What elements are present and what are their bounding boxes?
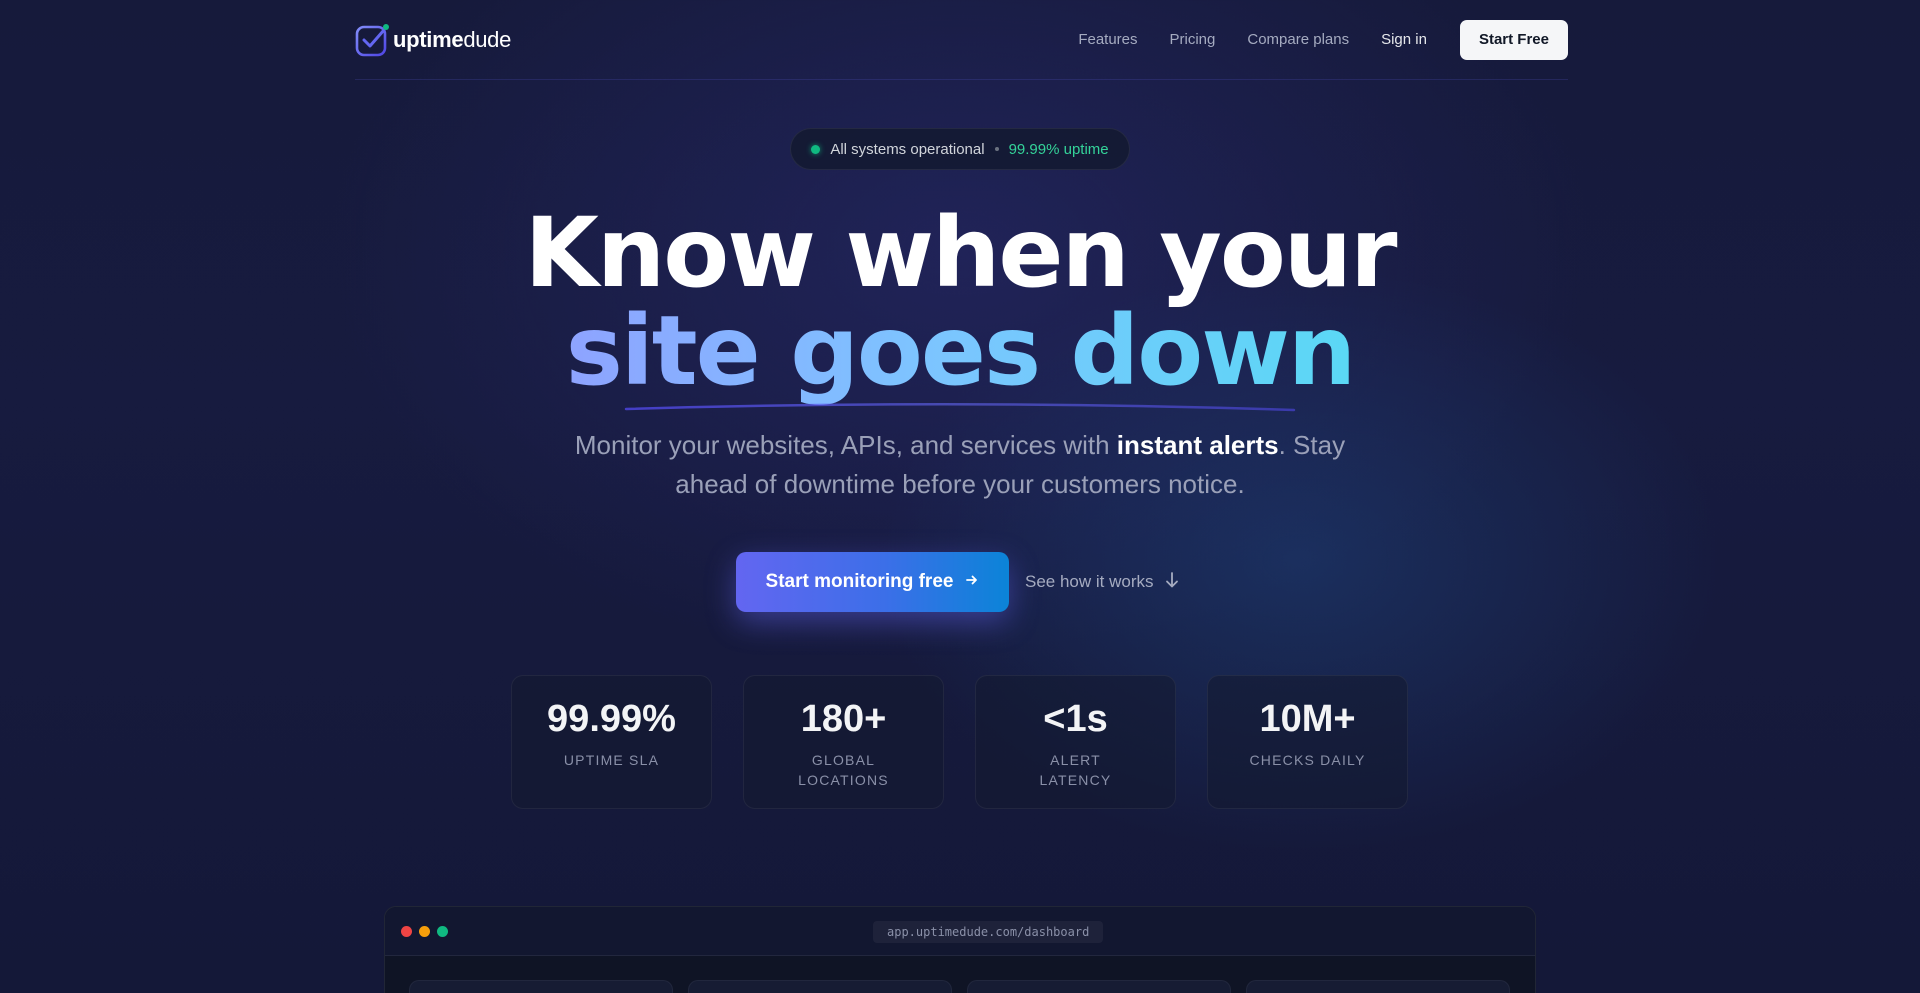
brand-name: uptimedude <box>393 27 511 53</box>
dashboard-card <box>967 980 1231 993</box>
hero-title-line-1: Know when your <box>524 197 1398 309</box>
separator-dot-icon <box>994 147 999 151</box>
maximize-dot-icon <box>437 925 448 937</box>
stats-row: 99.99% UPTIME SLA 180+ GLOBAL LOCATIONS … <box>511 675 1408 809</box>
stat-label: GLOBAL LOCATIONS <box>798 752 889 788</box>
nav-link-features[interactable]: Features <box>1078 31 1137 48</box>
see-how-it-works-link[interactable]: See how it works <box>1025 552 1180 612</box>
status-uptime: 99.99% uptime <box>1008 140 1109 158</box>
checkmark-logo-icon <box>355 23 389 57</box>
arrow-down-icon <box>1164 571 1180 594</box>
stat-card: 99.99% UPTIME SLA <box>511 675 712 809</box>
hero-underline-decoration <box>624 402 1296 412</box>
start-free-button[interactable]: Start Free <box>1459 19 1568 60</box>
close-dot-icon <box>401 925 412 937</box>
nav-links: Features Pricing Compare plans Sign in S… <box>1046 19 1568 60</box>
stat-card: 10M+ CHECKS DAILY <box>1207 675 1408 809</box>
dashboard-preview-body <box>385 956 1535 993</box>
stat-value: <1s <box>1043 698 1108 740</box>
arrow-right-icon <box>965 571 979 593</box>
window-title-bar: app.uptimedude.com/dashboard <box>385 907 1535 956</box>
sign-in-link[interactable]: Sign in <box>1381 31 1427 48</box>
subtitle-highlight: instant alerts <box>1116 430 1279 460</box>
hero-subtitle: Monitor your websites, APIs, and service… <box>560 426 1360 504</box>
subtitle-text-start: Monitor your websites, APIs, and service… <box>574 430 1117 460</box>
hero-title-line-2: site goes down <box>0 303 1920 399</box>
stat-label: ALERT LATENCY <box>1039 752 1112 788</box>
brand-logo-link[interactable]: uptimedude <box>355 23 511 57</box>
top-navigation: uptimedude Features Pricing Compare plan… <box>355 0 1568 80</box>
minimize-dot-icon <box>419 925 430 937</box>
stat-value: 99.99% <box>547 698 676 740</box>
status-badge: All systems operational 99.99% uptime <box>790 128 1130 170</box>
nav-link-compare-plans[interactable]: Compare plans <box>1247 31 1349 48</box>
stat-card: 180+ GLOBAL LOCATIONS <box>743 675 944 809</box>
nav-link-pricing[interactable]: Pricing <box>1170 31 1216 48</box>
dashboard-card <box>409 980 673 993</box>
stat-label: UPTIME SLA <box>563 752 660 768</box>
brand-name-bold: uptime <box>393 26 464 52</box>
dashboard-card <box>1246 980 1510 993</box>
stat-label: CHECKS DAILY <box>1249 752 1366 768</box>
start-monitoring-button[interactable]: Start monitoring free <box>736 552 1009 612</box>
status-text: All systems operational <box>830 140 985 158</box>
see-how-it-works-label: See how it works <box>1025 572 1154 591</box>
address-bar-url: app.uptimedude.com/dashboard <box>873 921 1104 943</box>
status-online-dot-icon <box>811 144 821 154</box>
dashboard-card <box>688 980 952 993</box>
hero-title-highlight: site goes down <box>565 295 1357 407</box>
stat-value: 180+ <box>800 698 887 740</box>
brand-name-light: dude <box>463 26 512 52</box>
stat-card: <1s ALERT LATENCY <box>975 675 1176 809</box>
stat-value: 10M+ <box>1259 698 1356 740</box>
start-monitoring-label: Start monitoring free <box>765 571 954 592</box>
dashboard-preview-window: app.uptimedude.com/dashboard <box>384 906 1536 993</box>
